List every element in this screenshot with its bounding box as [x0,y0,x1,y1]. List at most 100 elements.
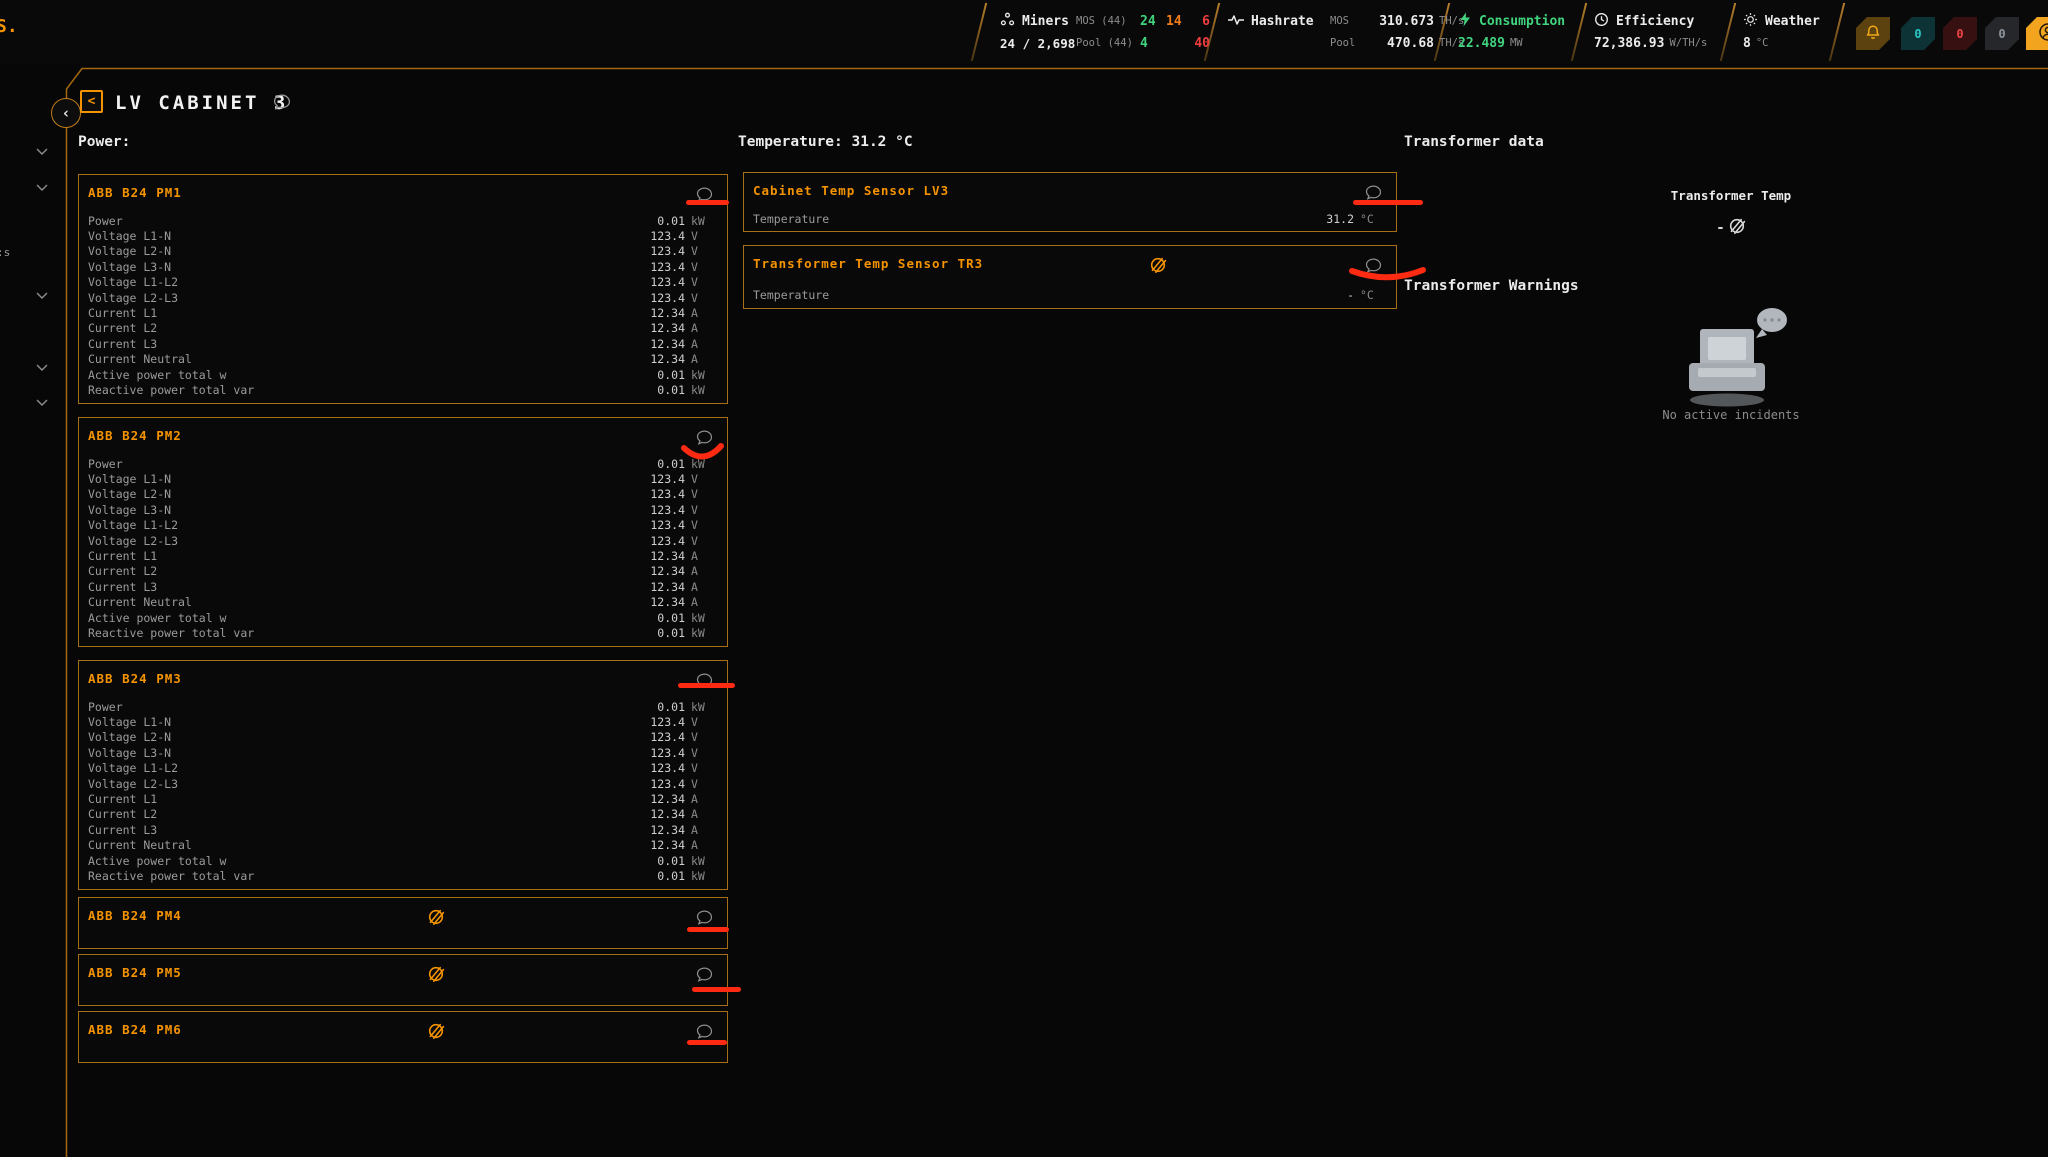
red-counter-badge[interactable]: 0 [1943,17,1977,50]
annotation-redline-lv3 [1353,200,1423,205]
chevron-down-icon[interactable] [36,176,48,195]
meter-row-lbl: Current Neutral [88,595,650,609]
meter-row: Current Neutral12.34A [88,838,717,853]
meter-row: Current L312.34A [88,579,717,594]
meter-row: Active power total w0.01kW [88,367,717,382]
stat-miners[interactable]: Miners MOS (44) 24 14 6 24 / 2,698 Pool … [1000,0,1196,64]
hashrate-mos-value: 310.673 [1372,14,1434,29]
meter-row-val: 123.4 [650,244,685,258]
miners-mos-label: MOS (44) [1076,15,1140,27]
meter-row-val: 0.01 [657,214,685,228]
comment-bubble-icon[interactable] [1364,257,1383,278]
meter-row-unit: kW [691,457,717,471]
meter-row: Voltage L3-N123.4V [88,259,717,274]
meter-row-val: 0.01 [657,854,685,868]
meter-row-val: 123.4 [650,503,685,517]
clock-icon [1594,12,1609,31]
meter-row-unit: V [691,761,717,775]
meter-row-lbl: Voltage L2-N [88,730,650,744]
meter-row: Voltage L1-L2123.4V [88,275,717,290]
meter-row-val: 12.34 [650,792,685,806]
stat-weather[interactable]: Weather 8 °C [1743,0,1833,64]
teal-counter-badge[interactable]: 0 [1901,17,1935,50]
meter-row-unit: kW [691,368,717,382]
meter-row: Voltage L3-N123.4V [88,745,717,760]
temp-row-label: Temperature [753,288,1347,302]
meter-row: Voltage L2-N123.4 V [88,244,717,259]
meter-row-lbl: Active power total w [88,368,657,382]
meter-row-lbl: Power [88,700,657,714]
meter-row-lbl: Voltage L2-N [88,244,650,258]
stat-separator [1204,3,1220,61]
stat-separator [971,3,987,61]
page-title: LV CABINET 3 [115,92,288,114]
meter-row-val: 123.4 [650,229,685,243]
meter-row-unit: kW [691,214,717,228]
stat-consumption[interactable]: Consumption 22.489 MW [1458,0,1568,64]
meter-row: Voltage L1-L2123.4V [88,761,717,776]
meter-row: Voltage L1-L2123.4V [88,518,717,533]
transformer-warnings-label: Transformer Warnings [1404,278,1579,294]
empty-inbox-illustration [1672,303,1797,415]
gray-counter-badge[interactable]: 0 [1985,17,2019,50]
meter-row-unit: A [691,337,717,351]
meter-row-val: 0.01 [657,626,685,640]
back-button[interactable]: < [80,90,103,113]
temp-value: - [1347,288,1354,302]
stat-hashrate[interactable]: Hashrate MOS 310.673 TH/s Pool 470.68 TH… [1228,0,1428,64]
stat-separator [1434,3,1450,61]
offline-icon [427,1022,445,1044]
chevron-down-icon[interactable] [36,356,48,375]
meter-row-unit: kW [691,854,717,868]
meter-row-lbl: Voltage L1-N [88,229,650,243]
meter-row-unit: kW [691,383,717,397]
notifications-badge[interactable] [1856,17,1890,50]
meter-row: Current L312.34A [88,822,717,837]
chevron-down-icon[interactable] [36,391,48,410]
chevron-down-icon[interactable] [36,284,48,303]
meter-row-lbl: Voltage L1-N [88,472,650,486]
meter-row-unit: A [691,549,717,563]
meter-row-val: 123.4 [650,487,685,501]
meter-row-val: 123.4 [650,777,685,791]
consumption-label: Consumption [1479,14,1565,29]
account-badge[interactable] [2026,17,2048,50]
comment-bubble-icon[interactable] [695,966,714,987]
meter-row: Current L112.34A [88,791,717,806]
meter-row-lbl: Reactive power total var [88,869,657,883]
meter-row-unit: A [691,321,717,335]
meter-row-unit: V [691,777,717,791]
power-section-heading: Power: [78,134,130,150]
power-meter-panel-pm1: ABB B24 PM1 Power0.01kWVoltage L1-N123.4… [78,174,728,404]
meter-row-unit: A [691,306,717,320]
meter-row-val: 123.4 [650,291,685,305]
meter-row-unit: V [691,229,717,243]
miners-count: 24 / 2,698 [1000,36,1076,51]
meter-row-val: 0.01 [657,700,685,714]
comment-bubble-icon[interactable] [272,93,292,115]
stat-efficiency[interactable]: Efficiency 72,386.93 W/TH/s [1594,0,1712,64]
meter-row-unit: A [691,823,717,837]
comment-bubble-icon[interactable] [695,429,714,450]
meter-row-lbl: Voltage L2-N [88,487,650,501]
meter-row-lbl: Current L2 [88,807,650,821]
sidebar-collapse-button[interactable]: ‹ [51,98,81,128]
sidebar-truncated-label: :s [0,246,10,259]
chevron-down-icon[interactable] [36,140,48,159]
panel-title: ABB B24 PM4 [88,908,182,923]
panel-title: ABB B24 PM6 [88,1022,182,1037]
meter-row-unit: A [691,838,717,852]
logo[interactable]: S. [0,16,18,37]
meter-row-val: 123.4 [650,715,685,729]
meter-row-val: 12.34 [650,564,685,578]
meter-row-val: 12.34 [650,352,685,366]
offline-icon [1728,217,1746,239]
meter-row-lbl: Current L3 [88,823,650,837]
top-bar: S. Miners MOS (44) 24 14 6 [0,0,2048,64]
meter-row-lbl: Voltage L3-N [88,503,650,517]
panel-title: ABB B24 PM1 [88,185,182,200]
weather-value: 8 [1743,36,1751,51]
meter-row-unit: V [691,244,717,258]
meter-row: Power0.01kW [88,699,717,714]
meter-row-unit: V [691,260,717,274]
